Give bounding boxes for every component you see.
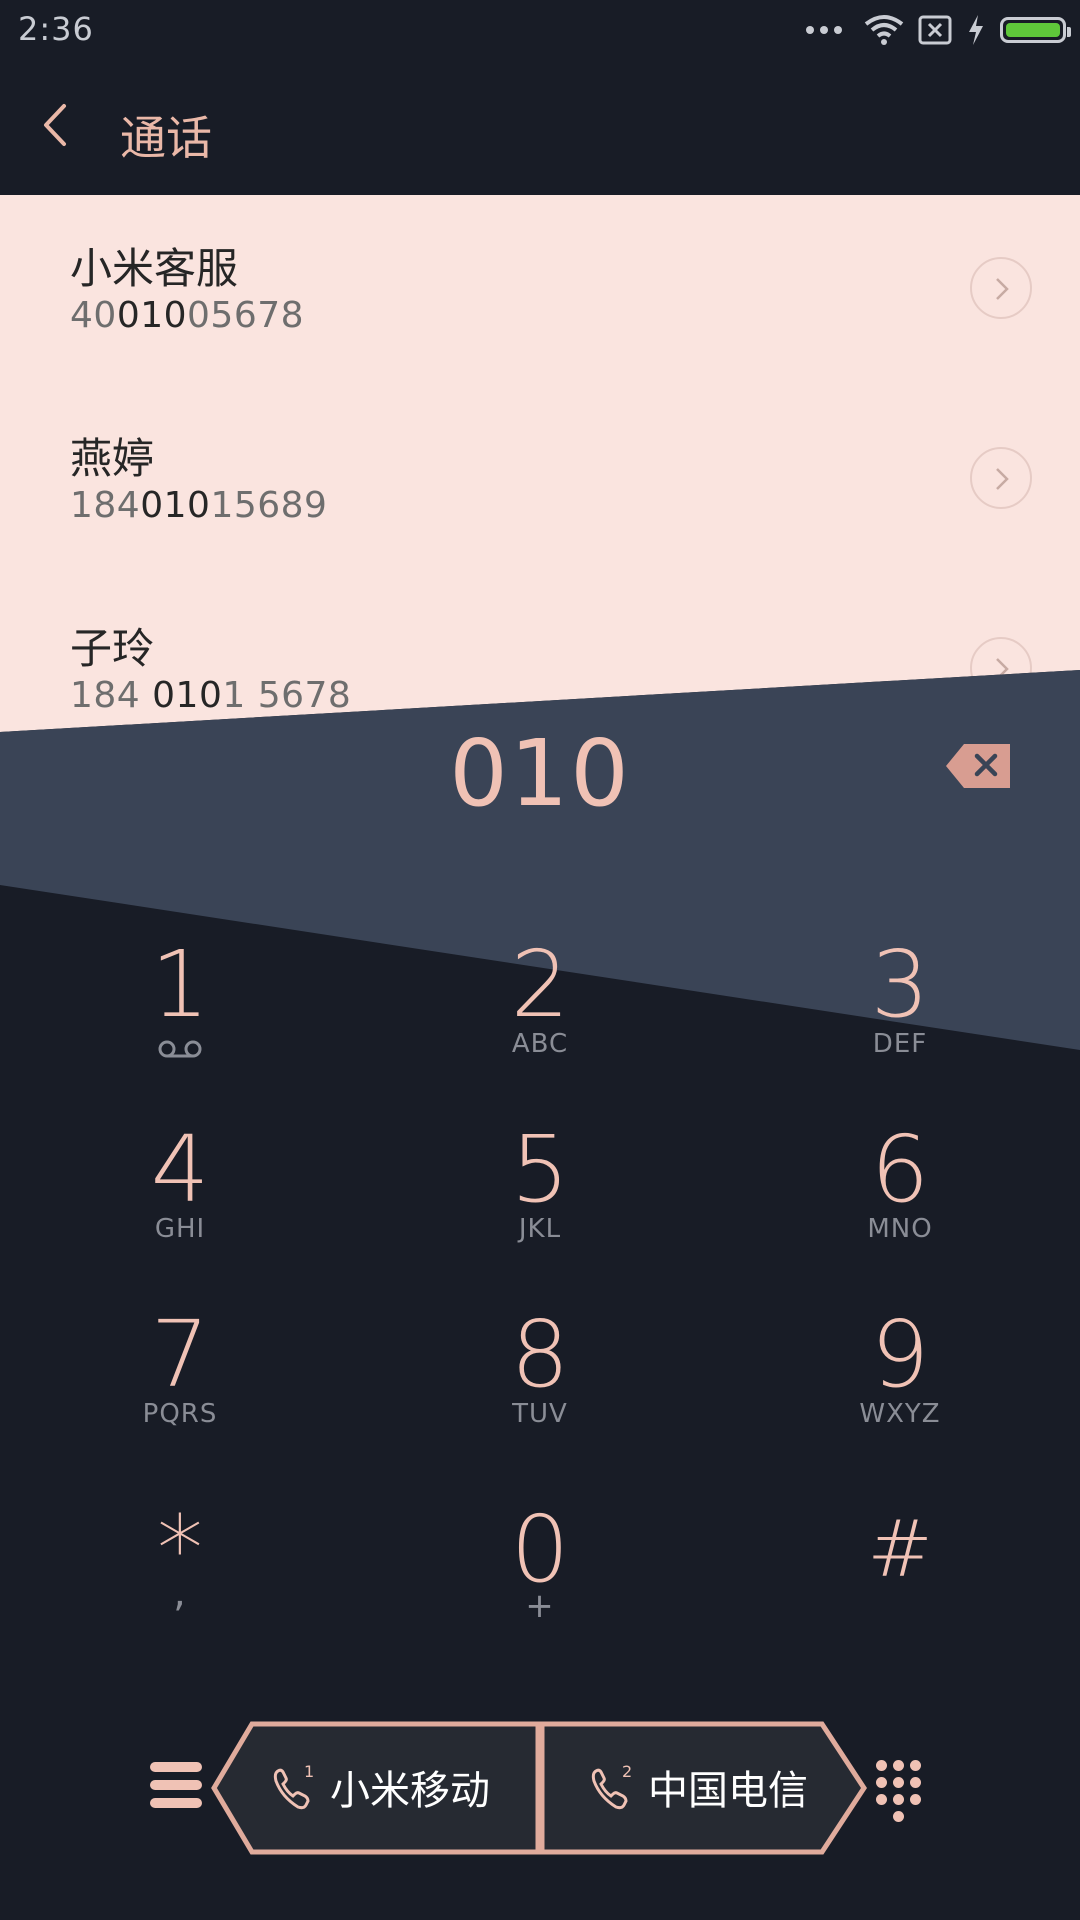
key-letters: DEF — [872, 1029, 928, 1059]
contact-number: 18401015689 — [70, 485, 327, 526]
key-digit: 9 — [870, 1301, 930, 1408]
status-icons — [806, 12, 1071, 48]
no-sim-icon — [918, 15, 952, 45]
key-digit: 0 — [510, 1496, 570, 1603]
bottom-bar: 1 小米移动 2 中国电信 — [0, 1720, 1080, 1860]
contact-result[interactable]: 小米客服 4001005678 — [0, 195, 1080, 385]
key-letters: TUV — [512, 1399, 568, 1429]
key-letters: + — [525, 1586, 555, 1626]
call-sim1-button[interactable]: 1 小米移动 — [220, 1720, 540, 1854]
svg-text:2: 2 — [622, 1762, 632, 1781]
number-match: 010 — [140, 485, 211, 526]
number-part: 184 — [70, 485, 141, 526]
call-sim2-button[interactable]: 2 中国电信 — [540, 1720, 860, 1854]
status-bar: 2:36 — [0, 0, 1080, 60]
more-dots-icon — [806, 26, 842, 34]
contact-detail-button[interactable] — [970, 447, 1032, 509]
chevron-right-icon — [996, 278, 1009, 300]
key-0[interactable]: 0 + — [390, 1500, 690, 1660]
svg-text:1: 1 — [304, 1762, 314, 1781]
backspace-button[interactable] — [944, 742, 1014, 790]
chevron-right-icon — [996, 468, 1009, 490]
key-8[interactable]: 8 TUV — [390, 1305, 690, 1465]
number-match: 010 — [152, 675, 223, 716]
key-digit: 4 — [150, 1116, 210, 1223]
number-part: 05678 — [187, 295, 305, 336]
contact-name: 燕婷 — [70, 434, 155, 483]
key-letters: JKL — [518, 1214, 562, 1244]
number-part: 40 — [70, 295, 117, 336]
number-match: 010 — [116, 295, 188, 336]
sim2-label: 中国电信 — [648, 1768, 808, 1814]
chevron-right-icon — [996, 658, 1009, 680]
key-6[interactable]: 6 MNO — [750, 1120, 1050, 1280]
key-letters: PQRS — [142, 1399, 218, 1429]
phone-sim1-icon: 1 — [273, 1762, 314, 1810]
charging-icon — [969, 15, 983, 45]
dialed-number: 010 — [449, 720, 631, 827]
key-3[interactable]: 3 DEF — [750, 935, 1050, 1095]
key-letters: ABC — [511, 1029, 569, 1059]
key-letters: MNO — [867, 1214, 933, 1244]
sim1-label: 小米移动 — [330, 1768, 490, 1814]
key-letters: , — [173, 1570, 187, 1616]
key-digit: 8 — [510, 1301, 570, 1408]
key-digit: 6 — [870, 1116, 930, 1223]
key-9[interactable]: 9 WXYZ — [750, 1305, 1050, 1465]
contact-number: 184 0101 5678 — [70, 675, 351, 716]
back-button[interactable] — [40, 100, 90, 160]
key-digit: 1 — [150, 931, 210, 1038]
backspace-icon — [946, 744, 1010, 788]
contact-name: 子玲 — [70, 624, 155, 673]
status-time: 2:36 — [18, 10, 94, 48]
key-digit: 2 — [510, 931, 570, 1038]
number-part: 1 5678 — [222, 675, 352, 716]
key-2[interactable]: 2 ABC — [390, 935, 690, 1095]
contact-number: 4001005678 — [70, 295, 304, 336]
key-4[interactable]: 4 GHI — [30, 1120, 330, 1280]
key-digit: # — [867, 1505, 933, 1595]
key-letters: GHI — [154, 1214, 206, 1244]
contact-result[interactable]: 燕婷 18401015689 — [0, 385, 1080, 575]
key-1[interactable]: 1 — [30, 935, 330, 1095]
key-digit: 7 — [150, 1301, 210, 1408]
key-hash[interactable]: # — [750, 1500, 1050, 1660]
dialpad-toggle-button[interactable] — [876, 1760, 926, 1826]
key-digit: 5 — [510, 1116, 570, 1223]
battery-icon — [1000, 17, 1071, 43]
header: 通话 — [0, 60, 1080, 195]
contact-name: 小米客服 — [70, 244, 239, 293]
number-part: 15689 — [210, 485, 328, 526]
contact-results: 小米客服 4001005678 燕婷 18401015689 子玲 184 01… — [0, 195, 1080, 735]
key-star[interactable]: * , — [30, 1500, 330, 1660]
phone-sim2-icon: 2 — [591, 1762, 632, 1810]
contact-detail-button[interactable] — [970, 637, 1032, 699]
key-letters: WXYZ — [859, 1399, 941, 1429]
menu-button[interactable] — [150, 1762, 206, 1812]
key-digit: 3 — [870, 931, 930, 1038]
page-title: 通话 — [120, 111, 212, 165]
chevron-left-icon — [44, 104, 66, 146]
contact-detail-button[interactable] — [970, 257, 1032, 319]
wifi-icon — [864, 15, 904, 45]
key-5[interactable]: 5 JKL — [390, 1120, 690, 1280]
key-7[interactable]: 7 PQRS — [30, 1305, 330, 1465]
number-part: 184 — [70, 675, 153, 716]
voicemail-icon — [158, 1040, 202, 1058]
